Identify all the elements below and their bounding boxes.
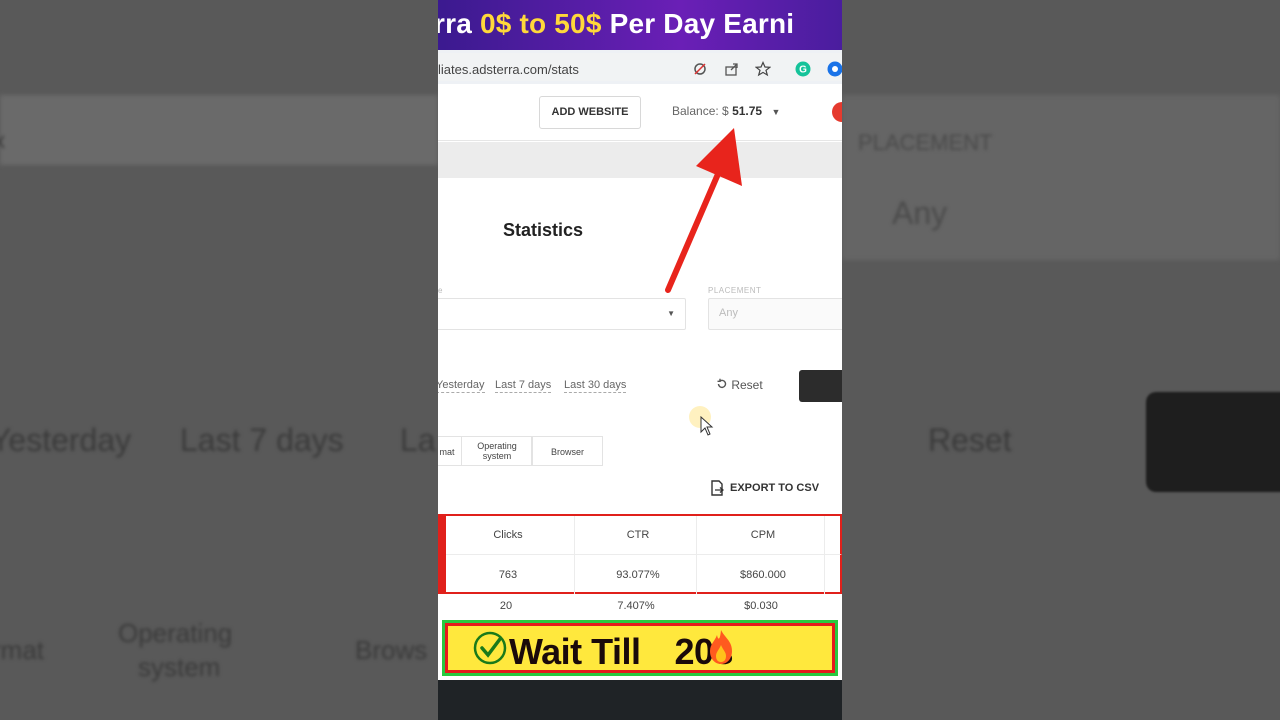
balance-label: Balance: $ bbox=[672, 104, 729, 118]
balance-amount: 51.75 bbox=[732, 104, 763, 118]
backdrop-range-30days: La bbox=[400, 422, 436, 458]
url-text[interactable]: liates.adsterra.com/stats bbox=[438, 62, 579, 77]
backdrop-left: x Yesterday Last 7 days La rmat Operatin… bbox=[0, 0, 438, 720]
avatar[interactable] bbox=[832, 102, 842, 122]
column-divider bbox=[696, 516, 697, 594]
export-csv-button[interactable]: EXPORT TO CSV bbox=[710, 480, 819, 496]
chip-format[interactable]: mat bbox=[438, 436, 462, 466]
backdrop-any: Any bbox=[892, 195, 948, 231]
banner-prefix: rra bbox=[438, 8, 480, 39]
filter-label-edge: e bbox=[438, 286, 443, 295]
column-divider bbox=[574, 516, 575, 594]
range-last-7-days[interactable]: Last 7 days bbox=[495, 379, 552, 393]
wait-overlay: Wait Till 20s bbox=[442, 620, 838, 676]
placement-value: Any bbox=[719, 307, 738, 319]
reset-button[interactable]: Reset bbox=[716, 378, 763, 392]
site-settings-icon[interactable] bbox=[692, 61, 708, 77]
stats-page: ADD WEBSITE Balance: $ 51.75 ▼ Statistic… bbox=[438, 84, 842, 680]
backdrop-chip-os1: Operating bbox=[118, 618, 233, 648]
backdrop-band bbox=[0, 95, 438, 165]
share-icon[interactable] bbox=[724, 61, 740, 77]
backdrop-range-7days: Last 7 days bbox=[180, 422, 344, 458]
fire-icon bbox=[710, 630, 732, 664]
apply-button[interactable] bbox=[799, 370, 842, 402]
backdrop-range-yesterday: Yesterday bbox=[0, 422, 132, 458]
subheader-band bbox=[438, 142, 842, 178]
file-export-icon bbox=[711, 480, 724, 496]
chip-format-label: mat bbox=[439, 447, 455, 457]
col-clicks[interactable]: Clicks bbox=[470, 529, 546, 541]
balance-display[interactable]: Balance: $ 51.75 ▼ bbox=[672, 104, 780, 118]
banner-title: rra 0$ to 50$ Per Day Earni bbox=[438, 8, 794, 40]
chip-operating-system[interactable]: Operating system bbox=[461, 436, 532, 466]
column-divider bbox=[824, 516, 825, 594]
wait-text: Wait Till 20s bbox=[509, 631, 734, 673]
annotation-arrow bbox=[665, 128, 742, 293]
range-yesterday[interactable]: Yesterday bbox=[438, 379, 485, 393]
reset-label: Reset bbox=[731, 378, 763, 392]
backdrop-right: PLACEMENT Any Reset bbox=[842, 0, 1280, 720]
banner-suffix: Per Day Earni bbox=[601, 8, 795, 39]
website-select[interactable]: ▼ bbox=[438, 298, 686, 330]
placement-select[interactable]: Any bbox=[708, 298, 842, 330]
range-last-30-days[interactable]: Last 30 days bbox=[564, 379, 627, 393]
backdrop-chip-format: rmat bbox=[0, 635, 44, 665]
phone-screen: rra 0$ to 50$ Per Day Earni liates.adste… bbox=[438, 0, 842, 720]
reset-icon bbox=[717, 378, 727, 388]
backdrop-placement: PLACEMENT bbox=[858, 130, 993, 155]
wait-label: Wait Till bbox=[509, 631, 641, 672]
col-cpm[interactable]: CPM bbox=[725, 529, 801, 541]
backdrop-edge-text: x bbox=[0, 128, 5, 154]
cell-cpm: $0.030 bbox=[744, 600, 778, 612]
browser-toolbar: liates.adsterra.com/stats G bbox=[438, 50, 842, 84]
address-bar[interactable]: liates.adsterra.com/stats G bbox=[438, 53, 842, 81]
add-website-button[interactable]: ADD WEBSITE bbox=[539, 96, 641, 129]
mouse-cursor-icon bbox=[700, 416, 714, 436]
export-label: EXPORT TO CSV bbox=[730, 481, 820, 494]
page-title: Statistics bbox=[503, 220, 584, 240]
backdrop-chip-os2: system bbox=[138, 652, 221, 682]
chip-os-label: Operating system bbox=[477, 441, 517, 461]
chevron-down-icon: ▼ bbox=[771, 107, 781, 117]
backdrop-band-right bbox=[842, 95, 1280, 260]
backdrop-chip-browser: Brows bbox=[355, 635, 428, 665]
top-nav: ADD WEBSITE Balance: $ 51.75 ▼ bbox=[438, 84, 842, 141]
chip-browser[interactable]: Browser bbox=[532, 436, 603, 466]
banner-highlight: 0$ to 50$ bbox=[479, 8, 602, 39]
table-row: 763 93.077% $860.000 bbox=[438, 554, 842, 594]
svg-text:G: G bbox=[799, 65, 807, 76]
col-ctr[interactable]: CTR bbox=[600, 529, 676, 541]
cell-cpm: $860.000 bbox=[740, 569, 786, 581]
bookmark-star-icon[interactable] bbox=[755, 61, 771, 77]
table-header-row: Clicks CTR CPM bbox=[438, 514, 842, 554]
chevron-down-icon: ▼ bbox=[667, 309, 675, 318]
backdrop-apply-button bbox=[1146, 392, 1280, 492]
row-highlight-bar bbox=[438, 514, 446, 594]
chip-browser-label: Browser bbox=[550, 447, 584, 457]
checkmark-icon bbox=[473, 631, 507, 665]
backdrop-reset: Reset bbox=[928, 422, 1012, 458]
cell-clicks: 763 bbox=[498, 569, 518, 581]
extension-icon[interactable] bbox=[827, 61, 842, 77]
bottom-bar bbox=[438, 680, 842, 720]
cell-clicks: 20 bbox=[499, 600, 513, 612]
grammarly-icon[interactable]: G bbox=[795, 61, 811, 77]
video-title-banner: rra 0$ to 50$ Per Day Earni bbox=[438, 0, 842, 52]
cell-ctr: 7.407% bbox=[617, 600, 655, 612]
cell-ctr: 93.077% bbox=[616, 569, 660, 581]
